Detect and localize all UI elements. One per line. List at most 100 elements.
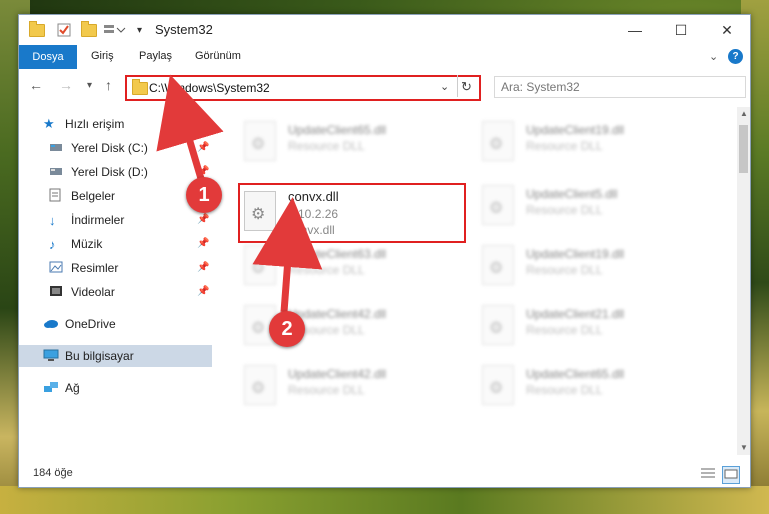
tab-file[interactable]: Dosya [19,45,77,69]
file-item[interactable]: UpdateClient42.dll Resource DLL [240,361,460,411]
file-item[interactable]: UpdateClient5.dll Resource DLL [478,181,698,231]
sidebar-item-downloads[interactable]: ↓ İndirmeler 📌 [19,209,212,231]
details-view-icon[interactable] [700,467,716,482]
sidebar-label: Videolar [71,285,115,299]
dll-file-icon [482,185,514,225]
sidebar-label: Yerel Disk (C:) [71,141,148,155]
close-button[interactable]: ✕ [704,15,750,45]
step-badge-2: 2 [269,311,305,347]
sidebar-label: Ağ [65,381,80,395]
address-bar[interactable]: C:\Windows\System32 ⌄ ↻ [125,75,481,101]
sidebar-item-quick-access[interactable]: ★ Hızlı erişim [19,113,212,135]
videos-icon [49,285,71,300]
pin-icon[interactable]: 📌 [197,214,209,225]
file-item[interactable]: UpdateClient65.dll Resource DLL [240,117,460,167]
window-folder-icon [29,20,45,39]
vertical-scrollbar[interactable]: ▲ ▼ [737,107,750,455]
address-dropdown-icon[interactable]: ⌄ [440,80,449,93]
new-folder-icon[interactable] [81,20,97,39]
title-bar: ▾ System32 — ☐ ✕ [19,15,750,45]
sidebar-item-pictures[interactable]: Resimler 📌 [19,257,212,279]
sidebar-item-onedrive[interactable]: OneDrive [19,313,212,335]
maximize-button[interactable]: ☐ [658,15,704,45]
dll-file-icon [244,121,276,161]
pin-icon[interactable]: 📌 [197,166,209,177]
sidebar-item-local-disk-c[interactable]: Yerel Disk (C:) 📌 [19,137,212,159]
item-count: 184 öğe [33,467,73,479]
window-title: System32 [155,22,213,37]
tab-share[interactable]: Paylaş [139,50,172,62]
file-name: UpdateClient63.dll [288,247,387,261]
file-item[interactable]: UpdateClient63.dll Resource DLL [240,241,460,291]
file-item[interactable]: UpdateClient21.dll Resource DLL [478,301,698,351]
file-description: Resource DLL [288,139,365,153]
sidebar-label: Hızlı erişim [65,117,125,131]
dll-file-icon [244,245,276,285]
pin-icon[interactable]: 📌 [197,286,209,297]
file-name: UpdateClient5.dll [526,187,618,201]
scrollbar-thumb[interactable] [739,125,748,173]
file-description: Resource DLL [526,383,603,397]
file-name: UpdateClient65.dll [526,367,625,381]
refresh-icon[interactable]: ↻ [461,79,472,95]
dll-file-icon [244,191,276,231]
pin-icon[interactable]: 📌 [197,262,209,273]
sidebar-item-this-pc[interactable]: Bu bilgisayar [19,345,212,367]
minimize-button[interactable]: — [612,15,658,45]
file-list: UpdateClient65.dll Resource DLL UpdateCl… [216,107,736,455]
file-item[interactable]: UpdateClient19.dll Resource DLL [478,241,698,291]
search-input[interactable]: Ara: System32 [494,76,746,98]
file-description: Resource DLL [288,383,365,397]
address-path: C:\Windows\System32 [149,81,270,95]
documents-icon [49,188,71,205]
sidebar-label: Belgeler [71,189,116,203]
dll-file-icon [482,245,514,285]
ribbon-tabs: Dosya Giriş Paylaş Görünüm ⌄ ? [19,45,750,69]
scroll-up-icon[interactable]: ▲ [740,109,748,118]
star-icon: ★ [43,116,55,131]
ribbon-expand-icon[interactable]: ⌄ [709,50,718,63]
sidebar-label: OneDrive [65,317,116,331]
status-bar: 184 öğe [19,463,750,485]
sidebar-item-local-disk-d[interactable]: Yerel Disk (D:) 📌 [19,161,212,183]
address-divider [457,75,458,97]
back-arrow-icon[interactable]: ← [29,77,43,93]
pin-icon[interactable]: 📌 [197,238,209,249]
file-description: Resource DLL [526,323,603,337]
file-name: convx.dll [288,189,339,204]
drive-icon [49,141,71,156]
file-name: UpdateClient19.dll [526,247,625,261]
file-description: convx.dll [288,223,335,237]
file-version: 8.10.2.26 [288,207,339,221]
properties-icon[interactable] [57,21,71,39]
tiles-view-icon[interactable] [722,466,740,484]
step-badge-1: 1 [186,177,222,213]
file-item-convx-highlighted[interactable]: convx.dll 8.10.2.26 convx.dll [238,183,466,243]
customize-toolbar-icon[interactable] [103,21,129,39]
dll-file-icon [482,305,514,345]
file-description: Resource DLL [526,139,603,153]
tab-view[interactable]: Görünüm [195,50,241,62]
sidebar-label: Yerel Disk (D:) [71,165,148,179]
forward-arrow-icon[interactable]: → [59,77,73,93]
sidebar-item-network[interactable]: Ağ [19,377,212,399]
sidebar-label: Müzik [71,237,103,251]
sidebar-label: Resimler [71,261,119,275]
file-item[interactable]: UpdateClient19.dll Resource DLL [478,117,698,167]
file-description: Resource DLL [526,263,603,277]
help-icon[interactable]: ? [728,49,743,64]
desktop-background-bottom [0,486,769,514]
file-name: UpdateClient19.dll [526,123,625,137]
tab-home[interactable]: Giriş [91,50,114,62]
recent-locations-icon[interactable]: ▾ [87,80,92,91]
file-item[interactable]: UpdateClient65.dll Resource DLL [478,361,698,411]
explorer-window: ▾ System32 — ☐ ✕ Dosya Giriş Paylaş Görü… [18,14,751,488]
scroll-down-icon[interactable]: ▼ [740,443,748,452]
quick-access-dropdown-icon[interactable]: ▾ [137,21,142,39]
sidebar-item-videos[interactable]: Videolar 📌 [19,281,212,303]
pin-icon[interactable]: 📌 [197,142,209,153]
sidebar-item-documents[interactable]: Belgeler 📌 [19,185,212,207]
up-arrow-icon[interactable]: ↑ [105,77,112,93]
network-icon [43,381,65,396]
sidebar-item-music[interactable]: ♪ Müzik 📌 [19,233,212,255]
